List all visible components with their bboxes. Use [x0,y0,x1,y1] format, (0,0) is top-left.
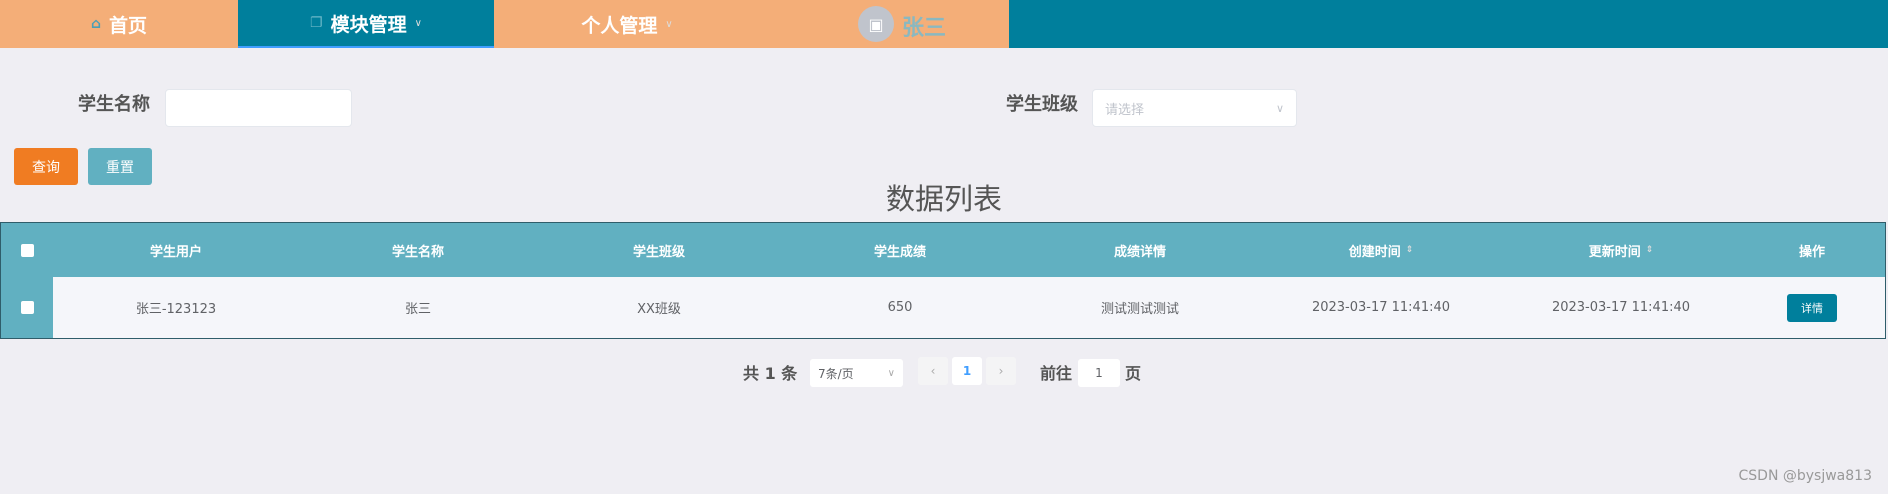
data-table: 学生用户 学生名称 学生班级 学生成绩 成绩详情 创建时间 ⇕ 更新时间 ⇕ 操作 … [0,222,1886,339]
student-name-input[interactable] [165,89,352,127]
nav-module-label: 模块管理 [330,13,407,36]
class-select-placeholder: 请选择 [1105,102,1145,118]
select-all-checkbox[interactable] [1,223,53,277]
cell-class: XX班级 [637,302,681,317]
student-class-label: 学生班级 [1006,94,1078,115]
nav-module-management[interactable]: ❐ 模块管理 ∨ [238,0,494,48]
chevron-down-icon: ∨ [414,17,422,29]
table-header: 学生用户 学生名称 学生班级 学生成绩 成绩详情 创建时间 ⇕ 更新时间 ⇕ 操作 [1,223,1885,277]
header-label: 更新时间 [1588,244,1641,260]
sort-icon[interactable]: ⇕ [1646,245,1654,255]
next-page-button[interactable]: › [986,357,1016,385]
cell-detail: 测试测试测试 [1100,302,1179,317]
chevron-right-icon: › [998,364,1004,378]
header-cell: 学生班级 [632,244,685,260]
goto-label: 前往 [1040,364,1073,383]
cell-score: 650 [887,300,913,315]
detail-button[interactable]: 详情 [1787,293,1837,322]
header-created-sortable[interactable]: 创建时间 ⇕ [1261,223,1501,277]
header-cell: 学生用户 [149,244,202,260]
cell-name: 张三 [404,302,431,317]
header-label: 创建时间 [1348,244,1401,260]
nav-personal-label: 个人管理 [581,14,658,37]
chevron-left-icon: ‹ [930,364,936,378]
pagination-total: 共 1 条 [743,364,798,383]
page-suffix: 页 [1125,364,1142,383]
row-checkbox[interactable] [1,277,53,338]
copy-icon: ❐ [310,15,323,31]
header-cell: 学生成绩 [873,244,926,260]
header-cell: 成绩详情 [1113,244,1166,260]
user-name[interactable]: 张三 [902,10,946,42]
page-size-select[interactable]: 7条/页 ∨ [810,359,903,387]
chevron-down-icon: ∨ [1275,101,1284,115]
chevron-down-icon: ∨ [665,18,673,30]
header-cell: 学生名称 [391,244,444,260]
nav-personal-management[interactable]: 个人管理 ∨ [494,0,760,48]
nav-home[interactable]: ⌂ 首页 [0,0,238,48]
page-size-value: 7条/页 [818,366,854,381]
cell-action: 详情 [1692,277,1888,338]
student-name-label: 学生名称 [78,94,150,115]
sort-icon[interactable]: ⇕ [1406,245,1414,255]
cell-created: 2023-03-17 11:41:40 [1311,300,1451,315]
watermark: CSDN @bysjwa813 [1738,468,1872,484]
cell-user: 张三-123123 [135,302,217,317]
table-row: 张三-123123 张三 XX班级 650 测试测试测试 2023-03-17 … [1,277,1885,338]
chevron-down-icon: ∨ [887,367,895,379]
student-class-select[interactable]: 请选择 ∨ [1092,89,1297,127]
avatar[interactable]: ▣ [858,6,894,42]
top-nav: ⌂ 首页 ❐ 模块管理 ∨ 个人管理 ∨ ▣ 张三 [0,0,1888,48]
image-icon: ▣ [868,14,884,34]
home-icon: ⌂ [90,16,101,32]
page-1[interactable]: 1 [952,357,982,385]
page-title: 数据列表 [885,182,1002,216]
nav-home-label: 首页 [109,14,148,37]
goto-page-input[interactable]: 1 [1078,359,1120,387]
prev-page-button[interactable]: ‹ [918,357,948,385]
header-cell: 操作 [1798,244,1825,260]
